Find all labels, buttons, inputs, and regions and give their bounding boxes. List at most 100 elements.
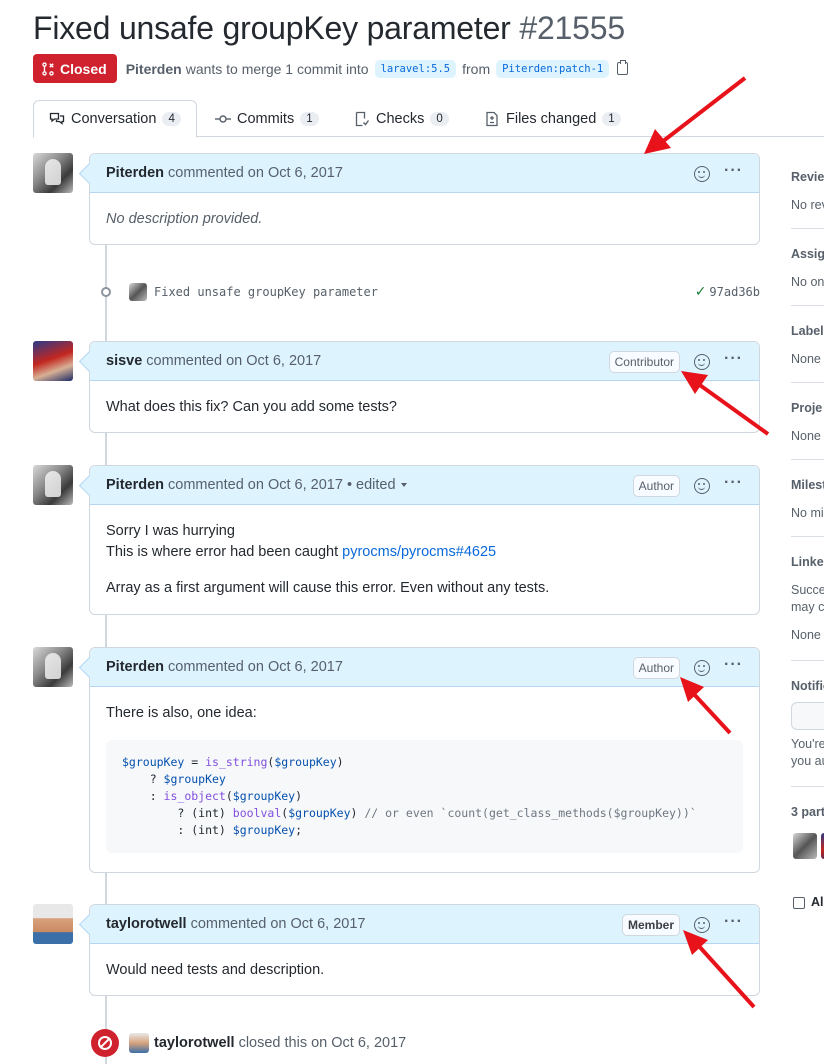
tab-label: Conversation	[71, 111, 157, 127]
sidebar-milestone: Milest No mi	[791, 478, 824, 520]
sidebar-heading[interactable]: Proje	[791, 401, 824, 415]
sidebar-heading: Notific	[791, 679, 824, 693]
pr-number: #21555	[519, 10, 625, 46]
avatar[interactable]	[129, 1033, 149, 1053]
commit-message[interactable]: Fixed unsafe groupKey parameter	[154, 285, 378, 299]
comment-header: taylorotwell commented on Oct 6, 2017 Me…	[90, 905, 759, 944]
comment-body: Sorry I was hurrying This is where error…	[90, 505, 759, 615]
sidebar-assignees: Assig No on	[791, 247, 824, 289]
copy-icon[interactable]	[617, 60, 629, 75]
commit-sha-group: ✓ 97ad36b	[695, 284, 760, 300]
avatar[interactable]	[33, 465, 73, 505]
smiley-icon[interactable]	[694, 916, 711, 933]
smiley-icon[interactable]	[694, 353, 711, 370]
allow-edits-label: Al	[811, 895, 824, 909]
file-diff-icon	[486, 111, 498, 127]
comment-text: There is also, one idea:	[106, 705, 257, 721]
sidebar-linked: Linke Succe may c None	[791, 555, 824, 642]
smiley-icon[interactable]	[694, 477, 711, 494]
comment-body: There is also, one idea: $groupKey = is_…	[90, 687, 759, 869]
closed-state-badge: Closed	[33, 54, 117, 83]
tab-commits[interactable]: Commits 1	[215, 100, 319, 138]
comment-meta[interactable]: commented on Oct 6, 2017	[191, 916, 366, 932]
comment-author[interactable]: Piterden	[106, 477, 164, 493]
sidebar-value: you au	[791, 754, 824, 768]
comment-actions: Author ···	[632, 648, 743, 687]
comment-sisve: sisve commented on Oct 6, 2017 Contribut…	[89, 341, 760, 433]
sidebar-divider	[791, 786, 824, 787]
participant-avatar[interactable]	[793, 833, 817, 859]
sidebar-value: No rev	[791, 198, 824, 212]
comment-author[interactable]: taylorotwell	[106, 916, 187, 932]
sidebar-divider	[791, 536, 824, 537]
issue-link[interactable]: pyrocms/pyrocms#4625	[342, 544, 496, 560]
head-branch[interactable]: Piterden:patch-1	[496, 59, 610, 78]
sidebar-value: You're	[791, 737, 824, 751]
git-pull-request-closed-icon	[42, 61, 54, 76]
git-commit-icon	[101, 287, 111, 297]
comment-line-text: This is where error had been caught	[106, 544, 343, 560]
sidebar-heading[interactable]: Label	[791, 324, 824, 338]
sidebar-heading[interactable]: Milest	[791, 478, 824, 492]
sidebar-labels: Label None	[791, 324, 824, 366]
sidebar-heading[interactable]: Revie	[791, 170, 824, 184]
check-icon[interactable]: ✓	[695, 284, 707, 300]
tab-files-changed[interactable]: Files changed 1	[484, 100, 621, 138]
comment-text: Would need tests and description.	[106, 962, 325, 978]
sidebar-divider	[791, 459, 824, 460]
subscribe-button[interactable]	[791, 702, 824, 730]
sidebar-notify-text: You're you au	[791, 737, 824, 768]
sidebar-value: No on	[791, 275, 824, 289]
smiley-icon[interactable]	[694, 165, 711, 182]
state-label: Closed	[60, 60, 107, 77]
comment-piterden-3: Piterden commented on Oct 6, 2017 Author…	[89, 647, 760, 873]
allow-edits-checkbox[interactable]	[793, 897, 805, 909]
avatar[interactable]	[33, 904, 73, 944]
event-actor[interactable]: taylorotwell	[154, 1035, 235, 1051]
kebab-menu-icon[interactable]: ···	[724, 913, 743, 930]
sidebar-heading[interactable]: Linke	[791, 555, 824, 569]
comment-meta[interactable]: commented on Oct 6, 2017	[146, 353, 321, 369]
sidebar-value: No mi	[791, 506, 824, 520]
kebab-menu-icon[interactable]: ···	[724, 474, 743, 491]
avatar[interactable]	[33, 153, 73, 193]
tab-counter: 0	[430, 112, 449, 126]
kebab-menu-icon[interactable]: ···	[724, 162, 743, 179]
base-branch[interactable]: laravel:5.5	[374, 59, 457, 78]
git-commit-icon	[215, 115, 231, 123]
sidebar-notifications: Notific	[791, 679, 824, 693]
comment-author[interactable]: Piterden	[106, 659, 164, 675]
sidebar: Revie No rev Assig No on Label None Proj…	[791, 150, 824, 930]
code-block: $groupKey = is_string($groupKey) ? $grou…	[106, 740, 743, 853]
comment-author[interactable]: sisve	[106, 353, 142, 369]
comment-discussion-icon	[49, 112, 65, 125]
sidebar-divider	[791, 228, 824, 229]
smiley-icon[interactable]	[694, 659, 711, 676]
commit-avatar[interactable]	[129, 283, 147, 301]
merge-text: wants to merge 1 commit into	[185, 60, 369, 77]
tab-counter: 4	[162, 112, 181, 126]
comment-author[interactable]: Piterden	[106, 165, 164, 181]
tab-checks[interactable]: Checks 0	[354, 100, 449, 138]
tab-conversation[interactable]: Conversation 4	[33, 100, 197, 138]
pr-author-link[interactable]: Piterden	[126, 61, 182, 77]
comment-meta[interactable]: commented on Oct 6, 2017	[168, 165, 343, 181]
sidebar-projects: Proje None	[791, 401, 824, 443]
chevron-down-icon[interactable]	[400, 483, 407, 487]
comment-actions: Contributor ···	[608, 342, 743, 381]
circle-slash-icon	[91, 1029, 119, 1057]
comment-actions: Member ···	[622, 905, 743, 944]
comment-header: Piterden commented on Oct 6, 2017 ···	[90, 154, 759, 193]
checklist-icon	[355, 111, 370, 127]
tab-counter: 1	[300, 112, 319, 126]
kebab-menu-icon[interactable]: ···	[724, 656, 743, 673]
comment-meta[interactable]: commented on Oct 6, 2017 • edited	[168, 477, 396, 493]
sidebar-heading[interactable]: Assig	[791, 247, 824, 261]
comment-meta[interactable]: commented on Oct 6, 2017	[168, 659, 343, 675]
event-text: closed this on Oct 6, 2017	[238, 1035, 407, 1051]
pr-title: Fixed unsafe groupKey parameter #21555	[33, 10, 625, 47]
avatar[interactable]	[33, 647, 73, 687]
avatar[interactable]	[33, 341, 73, 381]
commit-sha[interactable]: 97ad36b	[709, 285, 760, 299]
kebab-menu-icon[interactable]: ···	[724, 350, 743, 367]
